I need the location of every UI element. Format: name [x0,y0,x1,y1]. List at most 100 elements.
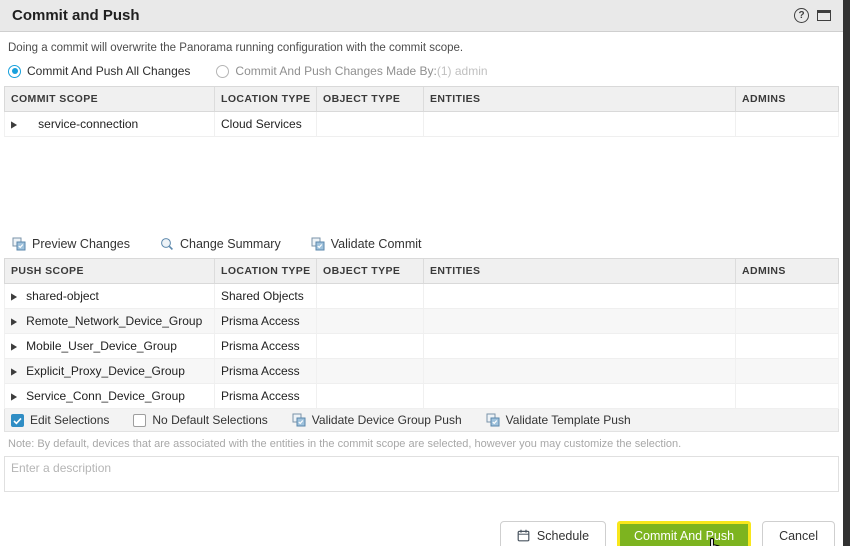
push-table-header: PUSH SCOPE LOCATION TYPE OBJECT TYPE ENT… [4,258,839,284]
help-icon[interactable]: ? [794,8,809,23]
table-row[interactable]: ▶ shared-object Shared Objects [4,284,839,309]
preview-changes-label: Preview Changes [32,237,130,251]
no-default-selections-checkbox[interactable] [133,414,146,427]
location-type-cell: Cloud Services [215,112,317,136]
expand-arrow-icon[interactable]: ▶ [11,341,17,352]
validate-device-group-push-label: Validate Device Group Push [312,413,462,427]
object-type-cell [317,309,424,333]
column-header: COMMIT SCOPE [5,87,215,111]
entities-cell [424,284,736,308]
schedule-icon [517,529,530,542]
commit-table-header: COMMIT SCOPE LOCATION TYPE OBJECT TYPE E… [4,86,839,112]
admins-cell [736,112,838,136]
admins-cell [736,384,838,408]
scope-cell: ▶ Mobile_User_Device_Group [5,334,215,358]
footer-button-bar: Schedule Commit And Push Cancel [0,521,843,546]
radio-all-changes[interactable] [8,65,21,78]
table-row[interactable]: ▶ Remote_Network_Device_Group Prisma Acc… [4,309,839,334]
expand-arrow-icon[interactable]: ▶ [11,316,17,327]
validate-commit-button[interactable]: Validate Commit [311,237,422,251]
dialog-titlebar: Commit and Push ? [0,0,843,32]
no-default-selections-option[interactable]: No Default Selections [133,413,267,427]
edit-selections-label: Edit Selections [30,413,109,427]
scope-cell: ▶ Remote_Network_Device_Group [5,309,215,333]
table-row[interactable]: ▶ Mobile_User_Device_Group Prisma Access [4,334,839,359]
validate-device-group-push-button[interactable]: Validate Device Group Push [292,413,462,427]
validate-template-push-label: Validate Template Push [506,413,631,427]
admins-cell [736,284,838,308]
push-scope-table: PUSH SCOPE LOCATION TYPE OBJECT TYPE ENT… [4,258,839,409]
scope-cell: ▶ service-connection [5,112,215,136]
column-header: LOCATION TYPE [215,259,317,283]
cancel-button[interactable]: Cancel [762,521,835,546]
note-text: Note: By default, devices that are assoc… [0,432,843,454]
commit-scope-options: Commit And Push All Changes Commit And P… [0,59,843,86]
scope-cell: ▶ Explicit_Proxy_Device_Group [5,359,215,383]
radio-changes-made-by[interactable] [216,65,229,78]
column-header: ENTITIES [424,259,736,283]
change-summary-button[interactable]: Change Summary [160,237,281,251]
change-summary-label: Change Summary [180,237,281,251]
edit-selections-button[interactable]: Edit Selections [11,413,109,427]
admins-cell [736,309,838,333]
expand-arrow-icon[interactable]: ▶ [11,291,17,302]
validate-template-push-button[interactable]: Validate Template Push [486,413,631,427]
admins-cell [736,359,838,383]
object-type-cell [317,384,424,408]
description-input[interactable] [4,456,839,492]
location-type-cell: Prisma Access [215,309,317,333]
object-type-cell [317,359,424,383]
commit-table-empty-area [4,137,839,230]
row-scope-label: shared-object [26,289,99,303]
table-row[interactable]: ▶ Service_Conn_Device_Group Prisma Acces… [4,384,839,409]
push-actions-toolbar: Edit Selections No Default Selections Va… [4,409,839,432]
validate-template-push-icon [486,413,500,427]
column-header: ENTITIES [424,87,736,111]
no-default-selections-label: No Default Selections [152,413,267,427]
titlebar-icons: ? [794,8,831,23]
commit-and-push-dialog: Commit and Push ? Doing a commit will ov… [0,0,843,546]
entities-cell [424,359,736,383]
row-scope-label: Explicit_Proxy_Device_Group [26,364,185,378]
expand-arrow-icon[interactable]: ▶ [11,366,17,377]
radio-changes-made-by-label: Commit And Push Changes Made By: [235,64,436,78]
expand-arrow-icon[interactable]: ▶ [11,391,17,402]
location-type-cell: Shared Objects [215,284,317,308]
intro-text: Doing a commit will overwrite the Panora… [0,32,843,59]
column-header: ADMINS [736,87,838,111]
commit-and-push-button[interactable]: Commit And Push [617,521,751,546]
commit-scope-table: COMMIT SCOPE LOCATION TYPE OBJECT TYPE E… [4,86,839,230]
commit-and-push-label: Commit And Push [634,529,734,543]
edit-selections-icon [11,414,24,427]
preview-changes-button[interactable]: Preview Changes [12,237,130,251]
location-type-cell: Prisma Access [215,384,317,408]
row-scope-label: service-connection [38,117,138,131]
expand-arrow-icon[interactable]: ▶ [11,119,17,130]
entities-cell [424,334,736,358]
column-header: ADMINS [736,259,838,283]
column-header: LOCATION TYPE [215,87,317,111]
validate-commit-label: Validate Commit [331,237,422,251]
column-header: PUSH SCOPE [5,259,215,283]
row-scope-label: Service_Conn_Device_Group [26,389,185,403]
entities-cell [424,309,736,333]
changes-made-by-detail: (1) admin [437,64,488,78]
commit-actions-toolbar: Preview Changes Change Summary Validate … [0,230,843,258]
scope-cell: ▶ Service_Conn_Device_Group [5,384,215,408]
preview-changes-icon [12,237,26,251]
validate-commit-icon [311,237,325,251]
row-scope-label: Remote_Network_Device_Group [26,314,202,328]
schedule-button[interactable]: Schedule [500,521,606,546]
maximize-icon[interactable] [817,10,831,21]
cancel-label: Cancel [779,529,818,543]
schedule-label: Schedule [537,529,589,543]
column-header: OBJECT TYPE [317,259,424,283]
table-row[interactable]: ▶ Explicit_Proxy_Device_Group Prisma Acc… [4,359,839,384]
row-scope-label: Mobile_User_Device_Group [26,339,177,353]
entities-cell [424,112,736,136]
radio-all-changes-label: Commit And Push All Changes [27,64,190,78]
background-screen-edge [843,0,850,546]
scope-cell: ▶ shared-object [5,284,215,308]
table-row[interactable]: ▶ service-connection Cloud Services [4,112,839,137]
dialog-title: Commit and Push [12,7,140,24]
